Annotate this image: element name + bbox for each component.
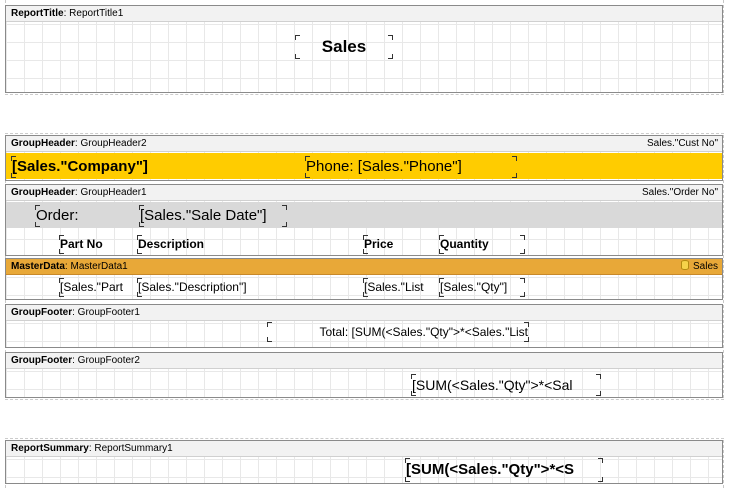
group-footer-2-band[interactable]: GroupFooter: GroupFooter2 [SUM(<Sales."Q… <box>5 352 723 398</box>
quantity-column-header[interactable]: Quantity <box>440 236 524 253</box>
band-name-label: MasterData1 <box>70 261 128 272</box>
band-name-label: GroupFooter2 <box>77 355 140 366</box>
band-header: GroupHeader: GroupHeader2 Sales."Cust No… <box>6 136 722 152</box>
band-name-label: GroupHeader2 <box>80 138 147 149</box>
company-field[interactable]: [Sales."Company"] <box>12 157 182 177</box>
report-title-band[interactable]: ReportTitle: ReportTitle1 Sales <box>5 5 723 93</box>
qty-field[interactable]: [Sales."Qty"] <box>440 279 524 296</box>
phone-field[interactable]: Phone: [Sales."Phone"] <box>306 157 516 177</box>
band-type-label: GroupHeader <box>11 138 75 149</box>
order-label[interactable]: Order: <box>36 206 136 226</box>
part-no-column-header[interactable]: Part No <box>60 236 136 253</box>
sale-date-field[interactable]: [Sales."Sale Date"] <box>140 206 286 226</box>
group-footer-1-band[interactable]: GroupFooter: GroupFooter1 Total: [SUM(<S… <box>5 304 723 348</box>
band-type-label: GroupFooter <box>11 307 73 318</box>
price-column-header[interactable]: Price <box>364 236 436 253</box>
report-title-text[interactable]: Sales <box>296 36 392 58</box>
band-name-label: ReportTitle1 <box>69 8 124 19</box>
band-type-label: ReportTitle <box>11 8 64 19</box>
summary-sum-field[interactable]: [SUM(<Sales."Qty">*<S <box>406 459 602 481</box>
band-type-label: ReportSummary <box>11 443 89 454</box>
band-header: ReportSummary: ReportSummary1 <box>6 441 722 457</box>
master-data-band[interactable]: MasterData: MasterData1 Sales [Sales."Pa… <box>5 258 723 300</box>
band-gap <box>5 399 724 439</box>
group-condition: Sales."Order No" <box>641 187 718 198</box>
group-header-2-band[interactable]: GroupHeader: GroupHeader2 Sales."Cust No… <box>5 135 723 181</box>
sum-field[interactable]: [SUM(<Sales."Qty">*<Sal <box>412 375 600 395</box>
datasource-name: Sales <box>692 261 718 272</box>
band-name-label: GroupHeader1 <box>80 187 147 198</box>
report-summary-band[interactable]: ReportSummary: ReportSummary1 [SUM(<Sale… <box>5 440 723 484</box>
band-gap <box>5 94 724 134</box>
description-field[interactable]: [Sales."Description"] <box>138 279 358 296</box>
group-condition: Sales."Cust No" <box>646 138 718 149</box>
description-column-header[interactable]: Description <box>138 236 358 253</box>
price-field[interactable]: [Sales."List <box>364 279 436 296</box>
band-name-label: ReportSummary1 <box>94 443 173 454</box>
band-type-label: GroupHeader <box>11 187 75 198</box>
band-type-label: GroupFooter <box>11 355 73 366</box>
band-header: GroupHeader: GroupHeader1 Sales."Order N… <box>6 185 722 201</box>
band-header: ReportTitle: ReportTitle1 <box>6 6 722 22</box>
band-header: GroupFooter: GroupFooter1 <box>6 305 722 321</box>
total-field[interactable]: Total: [SUM(<Sales."Qty">*<Sales."List <box>268 323 528 341</box>
band-header: MasterData: MasterData1 Sales <box>6 259 722 275</box>
database-icon <box>680 260 689 270</box>
part-no-field[interactable]: [Sales."Part <box>60 279 136 296</box>
datasource-indicator: Sales <box>680 259 718 274</box>
band-header: GroupFooter: GroupFooter2 <box>6 353 722 369</box>
band-type-label: MasterData <box>11 261 65 272</box>
band-name-label: GroupFooter1 <box>77 307 140 318</box>
group-header-1-band[interactable]: GroupHeader: GroupHeader1 Sales."Order N… <box>5 184 723 256</box>
